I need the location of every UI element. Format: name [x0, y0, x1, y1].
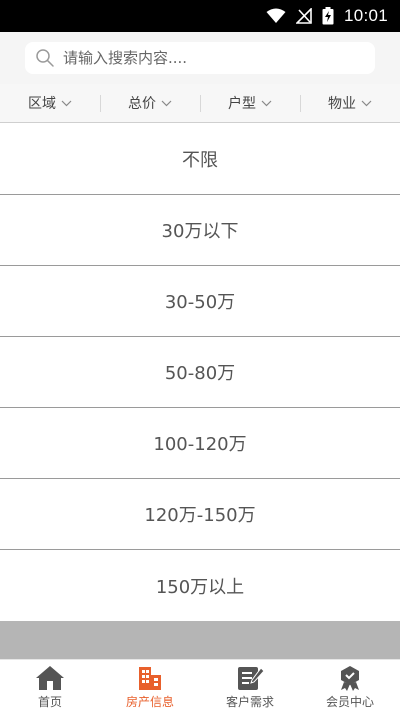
price-option-unlimited[interactable]: 不限	[0, 124, 400, 195]
building-icon	[139, 667, 161, 690]
nav-item-label: 首页	[37, 695, 62, 709]
filter-tab-label: 区域	[28, 96, 56, 112]
wifi-icon	[266, 8, 286, 23]
home-icon	[36, 666, 64, 690]
status-time: 10:01	[343, 6, 388, 25]
dropdown-backdrop[interactable]	[0, 621, 400, 659]
filter-bar: 区域 总价 户型 物业	[0, 84, 400, 123]
search-input[interactable]	[63, 49, 353, 67]
search-area	[0, 32, 400, 84]
signal-icon	[295, 8, 312, 24]
price-option-30-50[interactable]: 30-50万	[0, 266, 400, 337]
search-icon	[36, 49, 54, 67]
filter-tab-label: 总价	[128, 96, 156, 112]
nav-item-client-demand[interactable]: 客户需求	[200, 660, 300, 711]
nav-item-label: 会员中心	[325, 695, 374, 709]
price-option-under-30[interactable]: 30万以下	[0, 195, 400, 266]
edit-note-icon	[238, 667, 265, 690]
status-bar: 10:01	[0, 0, 400, 32]
filter-tab-region[interactable]: 区域	[0, 84, 100, 122]
nav-item-label: 房产信息	[125, 695, 174, 709]
battery-charging-icon	[322, 7, 334, 25]
filter-tab-layout[interactable]: 户型	[200, 84, 300, 122]
member-badge-icon	[341, 666, 359, 691]
price-option-100-120[interactable]: 100-120万	[0, 408, 400, 479]
price-option-over-150[interactable]: 150万以上	[0, 550, 400, 621]
chevron-down-icon	[161, 100, 172, 106]
search-box[interactable]	[25, 42, 375, 74]
price-option-list: 不限 30万以下 30-50万 50-80万 100-120万 120万-150…	[0, 124, 400, 621]
chevron-down-icon	[61, 100, 72, 106]
filter-tab-label: 户型	[228, 96, 256, 112]
price-option-120-150[interactable]: 120万-150万	[0, 479, 400, 550]
price-option-50-80[interactable]: 50-80万	[0, 337, 400, 408]
filter-tab-label: 物业	[328, 96, 356, 112]
filter-tab-property[interactable]: 物业	[300, 84, 400, 122]
filter-tab-total-price[interactable]: 总价	[100, 84, 200, 122]
nav-item-label: 客户需求	[225, 695, 274, 709]
chevron-down-icon	[261, 100, 272, 106]
nav-item-property-info[interactable]: 房产信息	[100, 660, 200, 711]
bottom-nav: 首页 房产信息 客户需求 会员中心	[0, 659, 400, 711]
nav-item-home[interactable]: 首页	[0, 660, 100, 711]
nav-item-member-center[interactable]: 会员中心	[300, 660, 400, 711]
chevron-down-icon	[361, 100, 372, 106]
